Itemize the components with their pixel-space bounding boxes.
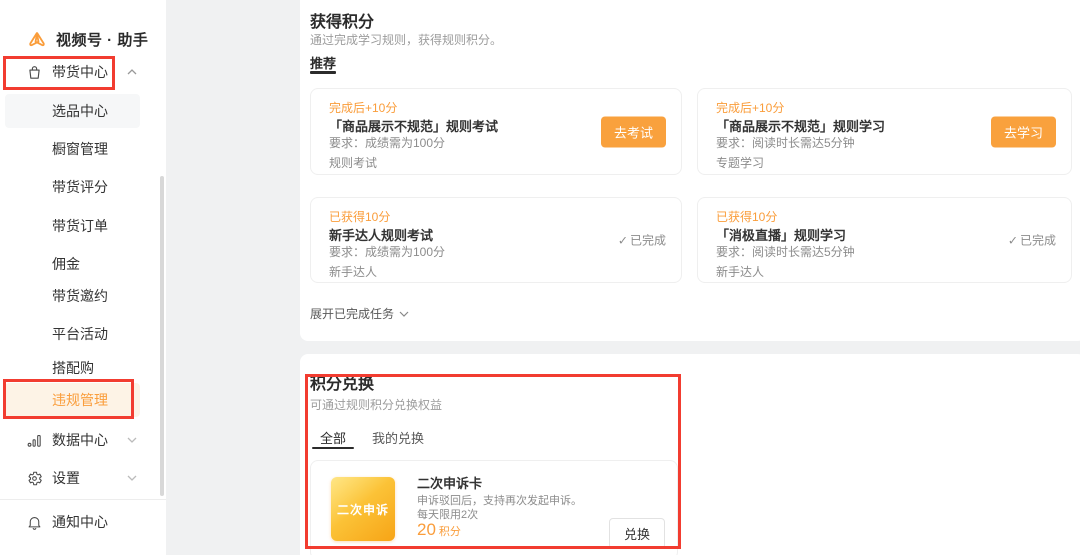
task-status: 完成后+10分 bbox=[716, 101, 785, 115]
task-title: 「商品展示不规范」规则考试 bbox=[329, 119, 499, 134]
redeem-button[interactable]: 兑换 bbox=[608, 518, 665, 549]
task-tag: 专题学习 bbox=[716, 156, 765, 170]
sidebar-item-cargo-orders[interactable]: 带货订单 bbox=[0, 209, 166, 243]
task-requirement: 要求：成绩需为100分 bbox=[329, 245, 446, 259]
sidebar-item-label: 带货中心 bbox=[52, 64, 108, 80]
sidebar-divider bbox=[0, 499, 166, 500]
sidebar-item-showcase-management[interactable]: 橱窗管理 bbox=[0, 132, 166, 166]
sidebar-item-label: 选品中心 bbox=[52, 103, 108, 119]
points-value: 20 bbox=[417, 520, 436, 539]
sidebar-item-label: 搭配购 bbox=[52, 360, 94, 376]
task-title: 「商品展示不规范」规则学习 bbox=[716, 119, 886, 134]
sidebar-item-label: 橱窗管理 bbox=[52, 141, 108, 157]
sidebar-item-label: 平台活动 bbox=[52, 326, 108, 342]
task-card: 已获得10分 「消极直播」规则学习 要求：阅读时长需达5分钟 新手达人 ✓ 已完… bbox=[697, 197, 1072, 283]
app-logo: 视频号 · 助手 bbox=[26, 28, 148, 50]
shopping-bag-icon bbox=[26, 64, 43, 81]
sidebar-item-data-center[interactable]: 数据中心 bbox=[0, 423, 166, 457]
exchange-subtitle: 可通过规则积分兑换权益 bbox=[310, 398, 443, 412]
sidebar: 视频号 · 助手 带货中心 选品中心 橱窗管理 带货评分 带货订单 佣金 带货邀… bbox=[0, 0, 166, 555]
tile-label: 二次申诉 bbox=[336, 502, 389, 517]
exchange-item-name: 二次申诉卡 bbox=[417, 476, 483, 491]
channels-logo-icon bbox=[26, 28, 48, 50]
sidebar-item-violation-management[interactable]: 违规管理 bbox=[0, 383, 166, 417]
sidebar-item-label: 佣金 bbox=[52, 256, 80, 272]
task-status: 已获得10分 bbox=[329, 210, 391, 224]
sidebar-item-settings[interactable]: 设置 bbox=[0, 461, 166, 495]
go-exam-button[interactable]: 去考试 bbox=[600, 116, 666, 147]
chevron-up-icon bbox=[127, 69, 137, 75]
task-requirement: 要求：阅读时长需达5分钟 bbox=[716, 136, 855, 150]
check-icon: ✓ bbox=[1007, 233, 1018, 247]
sidebar-item-cargo-invitation[interactable]: 带货邀约 bbox=[0, 279, 166, 313]
task-title: 新手达人规则考试 bbox=[329, 228, 434, 243]
sidebar-item-platform-activity[interactable]: 平台活动 bbox=[0, 317, 166, 351]
exchange-title: 积分兑换 bbox=[310, 376, 375, 393]
tab-indicator bbox=[312, 447, 354, 449]
done-label: 已完成 bbox=[1019, 233, 1056, 248]
sidebar-item-cargo-center[interactable]: 带货中心 bbox=[0, 55, 166, 89]
sidebar-item-notification-center[interactable]: 通知中心 bbox=[0, 505, 166, 539]
chevron-down-icon bbox=[127, 437, 137, 443]
sidebar-item-label: 带货邀约 bbox=[52, 288, 108, 304]
tab-my-exchanges[interactable]: 我的兑换 bbox=[372, 428, 424, 447]
chevron-down-icon bbox=[127, 475, 137, 481]
gear-icon bbox=[26, 470, 43, 487]
task-done-status: ✓ 已完成 bbox=[618, 232, 666, 249]
tab-recommended[interactable]: 推荐 bbox=[310, 53, 336, 72]
task-requirement: 要求：阅读时长需达5分钟 bbox=[716, 245, 855, 259]
expand-completed-tasks[interactable]: 展开已完成任务 bbox=[310, 305, 409, 322]
chevron-down-icon bbox=[399, 311, 409, 317]
bell-icon bbox=[26, 514, 43, 531]
sidebar-item-label: 数据中心 bbox=[52, 432, 108, 448]
expand-label: 展开已完成任务 bbox=[310, 307, 395, 321]
go-study-button[interactable]: 去学习 bbox=[990, 116, 1056, 147]
task-status: 已获得10分 bbox=[716, 210, 778, 224]
earn-points-title: 获得积分 bbox=[310, 14, 375, 31]
sidebar-item-label: 带货订单 bbox=[52, 218, 108, 234]
sidebar-item-selection-center[interactable]: 选品中心 bbox=[0, 94, 166, 128]
tab-indicator bbox=[310, 71, 336, 74]
sidebar-item-label: 违规管理 bbox=[52, 392, 108, 408]
sidebar-item-outfit-purchase[interactable]: 搭配购 bbox=[0, 351, 166, 385]
sidebar-item-label: 带货评分 bbox=[52, 179, 108, 195]
points-cost: 20 积分 bbox=[417, 520, 461, 540]
task-card: 完成后+10分 「商品展示不规范」规则学习 要求：阅读时长需达5分钟 专题学习 … bbox=[697, 88, 1072, 175]
task-status: 完成后+10分 bbox=[329, 101, 398, 115]
task-tag: 新手达人 bbox=[329, 265, 378, 279]
sidebar-item-cargo-score[interactable]: 带货评分 bbox=[0, 170, 166, 204]
channels-assistant-app: 视频号 · 助手 带货中心 选品中心 橱窗管理 带货评分 带货订单 佣金 带货邀… bbox=[0, 0, 1080, 555]
app-title: 视频号 · 助手 bbox=[56, 31, 149, 49]
task-title: 「消极直播」规则学习 bbox=[716, 228, 847, 243]
task-requirement: 要求：成绩需为100分 bbox=[329, 136, 446, 150]
points-unit: 积分 bbox=[438, 526, 461, 538]
task-done-status: ✓ 已完成 bbox=[1008, 232, 1056, 249]
earn-points-subtitle: 通过完成学习规则，获得规则积分。 bbox=[310, 33, 503, 47]
sidebar-item-commission[interactable]: 佣金 bbox=[0, 247, 166, 281]
done-label: 已完成 bbox=[629, 233, 666, 248]
sidebar-scrollbar[interactable] bbox=[160, 176, 164, 496]
exchange-item-card: 二次申诉 二次申诉卡 申诉驳回后，支持再次发起申诉。 每天限用2次 20 积分 … bbox=[310, 460, 678, 555]
task-card: 完成后+10分 「商品展示不规范」规则考试 要求：成绩需为100分 规则考试 去… bbox=[310, 88, 682, 175]
task-tag: 新手达人 bbox=[716, 265, 765, 279]
appeal-card-tile: 二次申诉 bbox=[331, 477, 395, 541]
tab-all[interactable]: 全部 bbox=[320, 428, 346, 447]
bar-chart-icon bbox=[26, 432, 43, 449]
task-tag: 规则考试 bbox=[329, 156, 378, 170]
sidebar-item-label: 通知中心 bbox=[52, 514, 108, 530]
check-icon: ✓ bbox=[617, 233, 628, 247]
task-card: 已获得10分 新手达人规则考试 要求：成绩需为100分 新手达人 ✓ 已完成 bbox=[310, 197, 682, 283]
sidebar-item-label: 设置 bbox=[52, 470, 80, 486]
